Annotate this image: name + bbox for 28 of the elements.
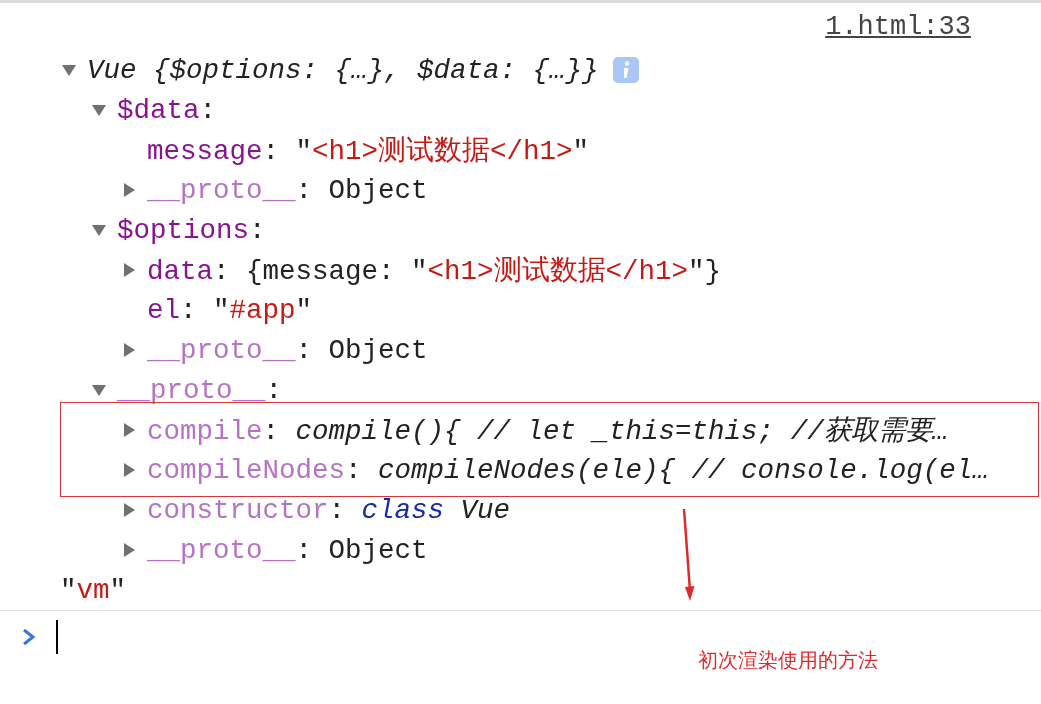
caret-down-icon[interactable]: [92, 383, 106, 397]
caret-right-icon[interactable]: [122, 423, 136, 437]
property-text: __proto__: Object: [147, 174, 428, 206]
property-text: __proto__: Object: [147, 334, 428, 366]
caret-down-icon[interactable]: [92, 103, 106, 117]
property-text: compile: compile(){ // let _this=this; //获取需要…: [147, 415, 949, 448]
property-text: $options:: [117, 214, 266, 246]
property-text: $data:: [117, 94, 217, 126]
caret-down-icon[interactable]: [62, 63, 76, 77]
caret-right-icon[interactable]: [122, 463, 136, 477]
caret-right-icon[interactable]: [122, 263, 136, 277]
property-text: __proto__:: [117, 374, 283, 406]
caret-down-icon[interactable]: [92, 223, 106, 237]
property-text: Vue {$options: {…}, $data: {…}}: [87, 54, 599, 86]
property-text: compileNodes: compileNodes(ele){ // console.log(el…: [147, 454, 989, 486]
caret-right-icon[interactable]: [122, 503, 136, 517]
property-text: message: "<h1>测试数据</h1>": [147, 135, 590, 168]
caret-right-icon[interactable]: [122, 543, 136, 557]
prompt-chevron-icon: [22, 628, 36, 646]
property-text: el: "#app": [147, 294, 313, 326]
property-text: constructor: class Vue: [147, 494, 511, 526]
source-link[interactable]: 1.html:33: [825, 11, 971, 42]
annotation-label: 初次渲染使用的方法: [698, 647, 878, 674]
property-text: __proto__: Object: [147, 534, 428, 566]
caret-right-icon[interactable]: [122, 343, 136, 357]
result-text: "vm": [60, 574, 127, 606]
property-text: data: {message: "<h1>测试数据</h1>"}: [147, 255, 722, 288]
caret-right-icon[interactable]: [122, 183, 136, 197]
